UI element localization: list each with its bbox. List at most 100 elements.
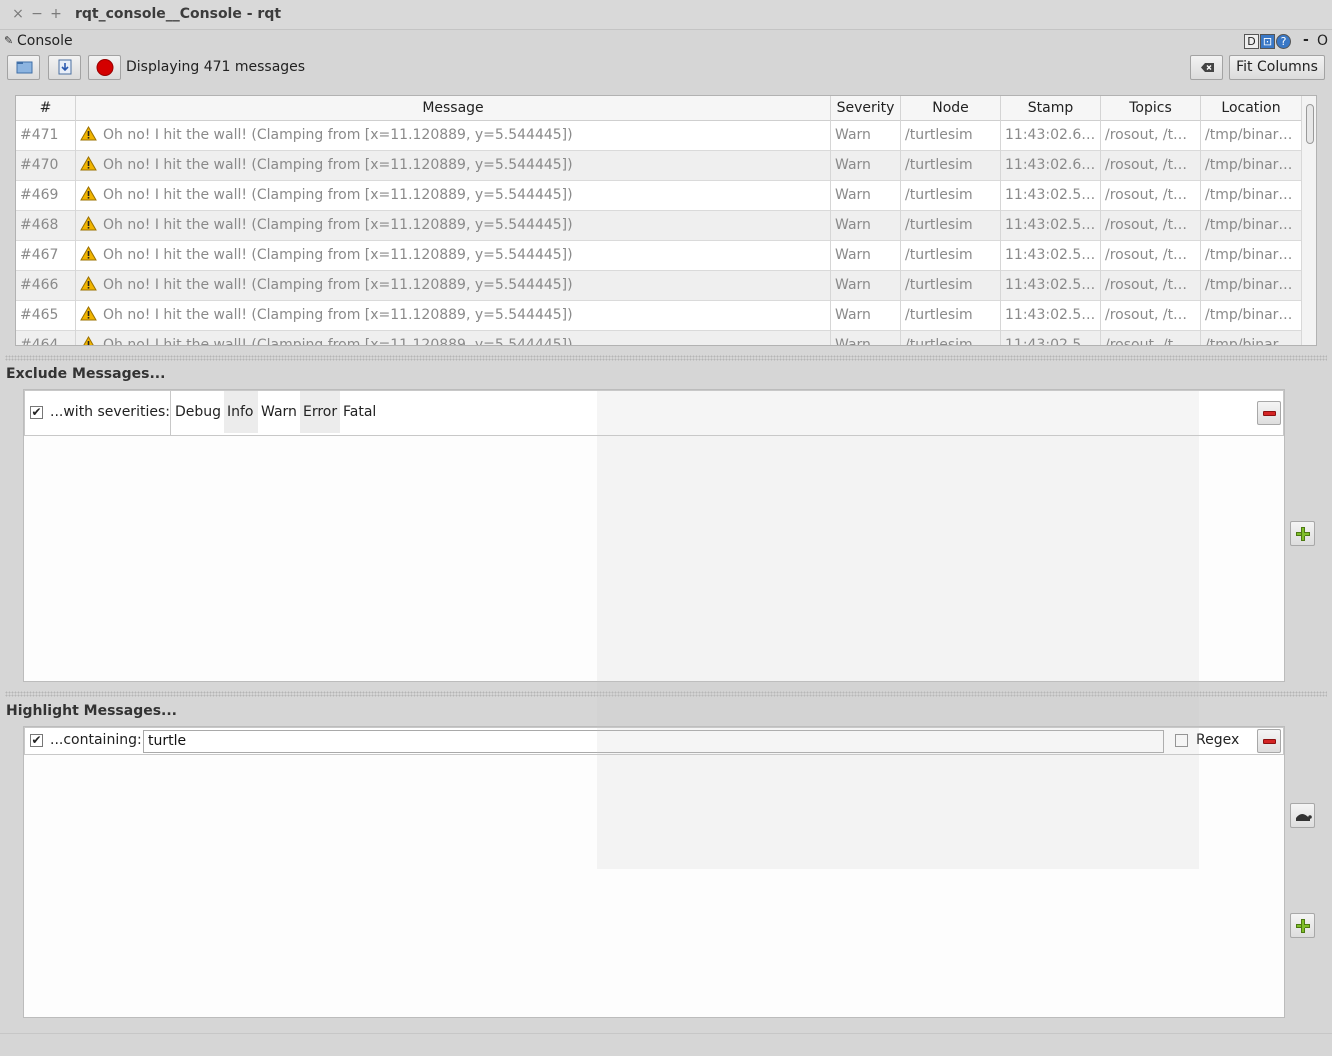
message-count-status: Displaying 471 messages xyxy=(126,59,306,75)
column-header-severity[interactable]: Severity xyxy=(831,96,901,121)
cell-node: /turtlesim xyxy=(901,331,1001,345)
plus-icon-center xyxy=(1302,925,1305,928)
open-button[interactable] xyxy=(7,55,40,80)
cell-severity: Warn xyxy=(831,301,901,331)
cell-severity: Warn xyxy=(831,241,901,271)
add-highlight-filter-button[interactable] xyxy=(1290,913,1315,938)
cell-location: /tmp/binar… xyxy=(1201,121,1302,151)
table-row[interactable]: #470 Oh no! I hit the wall! (Clamping fro… xyxy=(16,151,1302,181)
cell-location: /tmp/binar… xyxy=(1201,301,1302,331)
dock-d-icon[interactable]: D xyxy=(1244,34,1259,49)
table-row[interactable]: #466 Oh no! I hit the wall! (Clamping fro… xyxy=(16,271,1302,301)
highlight-filter-label: ...containing: xyxy=(50,732,142,748)
scrollbar-thumb[interactable] xyxy=(1306,104,1314,144)
highlight-section-label: Highlight Messages... xyxy=(6,703,178,719)
cell-stamp: 11:43:02.5… xyxy=(1001,301,1101,331)
message-text: Oh no! I hit the wall! (Clamping from [x… xyxy=(103,157,573,173)
save-button[interactable] xyxy=(48,55,81,80)
cell-severity: Warn xyxy=(831,331,901,345)
column-header-message[interactable]: Message xyxy=(76,96,831,121)
cell-node: /turtlesim xyxy=(901,301,1001,331)
cell-message: Oh no! I hit the wall! (Clamping from [x… xyxy=(76,181,831,211)
window-titlebar: × − + rqt_console__Console - rqt xyxy=(0,0,1332,30)
folder-open-icon xyxy=(16,61,33,74)
message-table[interactable]: # Message Severity Node Stamp Topics Loc… xyxy=(15,95,1317,346)
exclude-panel: ✔ ...with severities: Debug Info Warn Error… xyxy=(23,389,1285,682)
cell-topics: /rosout, /t… xyxy=(1101,241,1201,271)
severity-item-info[interactable]: Info xyxy=(224,391,258,433)
table-vertical-scrollbar[interactable] xyxy=(1301,96,1316,345)
record-button[interactable] xyxy=(88,55,121,80)
cell-topics: /rosout, /t… xyxy=(1101,211,1201,241)
cell-message: Oh no! I hit the wall! (Clamping from [x… xyxy=(76,211,831,241)
table-row[interactable]: #465 Oh no! I hit the wall! (Clamping fro… xyxy=(16,301,1302,331)
severity-item-error[interactable]: Error xyxy=(300,391,340,433)
cell-id: #464 xyxy=(16,331,76,345)
status-bar xyxy=(0,1033,1332,1056)
column-header-location[interactable]: Location xyxy=(1201,96,1302,121)
cell-id: #465 xyxy=(16,301,76,331)
splitter-handle-2[interactable] xyxy=(5,691,1327,697)
regex-checkbox[interactable] xyxy=(1175,734,1188,747)
turtle-icon xyxy=(1296,814,1312,821)
dock-close-button[interactable]: O xyxy=(1317,33,1328,49)
cell-node: /turtlesim xyxy=(901,211,1001,241)
cell-stamp: 11:43:02.5… xyxy=(1001,331,1101,345)
message-text: Oh no! I hit the wall! (Clamping from [x… xyxy=(103,247,573,263)
dock-minimize-button[interactable]: - xyxy=(1303,32,1309,48)
minus-icon xyxy=(1263,739,1276,744)
highlight-text-input[interactable]: turtle xyxy=(143,730,1164,753)
dock-config-icon[interactable]: ⊡ xyxy=(1260,34,1275,49)
exclude-severity-filter: ✔ ...with severities: Debug Info Warn Error… xyxy=(24,390,1284,436)
cell-message: Oh no! I hit the wall! (Clamping from [x… xyxy=(76,241,831,271)
cell-severity: Warn xyxy=(831,211,901,241)
cell-location: /tmp/binar… xyxy=(1201,211,1302,241)
exclude-filter-checkbox[interactable]: ✔ xyxy=(30,406,43,419)
table-row[interactable]: #464 Oh no! I hit the wall! (Clamping fro… xyxy=(16,331,1302,345)
window-title: rqt_console__Console - rqt xyxy=(75,6,282,22)
column-header-stamp[interactable]: Stamp xyxy=(1001,96,1101,121)
cell-topics: /rosout, /t… xyxy=(1101,271,1201,301)
plus-icon-center xyxy=(1302,533,1305,536)
message-text: Oh no! I hit the wall! (Clamping from [x… xyxy=(103,187,573,203)
cell-stamp: 11:43:02.5… xyxy=(1001,211,1101,241)
warning-triangle-icon xyxy=(83,336,94,345)
severity-item-warn[interactable]: Warn xyxy=(258,391,300,433)
window-maximize-button[interactable]: + xyxy=(49,6,63,22)
column-header-node[interactable]: Node xyxy=(901,96,1001,121)
cell-message: Oh no! I hit the wall! (Clamping from [x… xyxy=(76,151,831,181)
table-row[interactable]: #468 Oh no! I hit the wall! (Clamping fro… xyxy=(16,211,1302,241)
severity-item-fatal[interactable]: Fatal xyxy=(340,391,378,433)
add-exclude-filter-button[interactable] xyxy=(1290,521,1315,546)
table-row[interactable]: #469 Oh no! I hit the wall! (Clamping fro… xyxy=(16,181,1302,211)
window-minimize-button[interactable]: − xyxy=(30,6,44,22)
message-text: Oh no! I hit the wall! (Clamping from [x… xyxy=(103,307,573,323)
dock-icons: D ⊡ ? xyxy=(1244,33,1291,50)
window-close-button[interactable]: × xyxy=(11,6,25,22)
cell-node: /turtlesim xyxy=(901,181,1001,211)
clear-button[interactable] xyxy=(1190,55,1223,80)
exclude-section-label: Exclude Messages... xyxy=(6,366,166,382)
table-row[interactable]: #471 Oh no! I hit the wall! (Clamping fro… xyxy=(16,121,1302,151)
dock-help-icon[interactable]: ? xyxy=(1276,34,1291,49)
cell-id: #466 xyxy=(16,271,76,301)
severity-item-debug[interactable]: Debug xyxy=(172,391,224,433)
column-header-id[interactable]: # xyxy=(16,96,76,121)
cell-stamp: 11:43:02.5… xyxy=(1001,271,1101,301)
table-row[interactable]: #467 Oh no! I hit the wall! (Clamping fro… xyxy=(16,241,1302,271)
cell-id: #471 xyxy=(16,121,76,151)
cell-message: Oh no! I hit the wall! (Clamping from [x… xyxy=(76,331,831,345)
remove-exclude-filter-button[interactable] xyxy=(1257,401,1281,425)
filter-type-button[interactable] xyxy=(1290,803,1315,828)
highlight-filter-checkbox[interactable]: ✔ xyxy=(30,734,43,747)
cell-severity: Warn xyxy=(831,151,901,181)
fit-columns-button[interactable]: Fit Columns xyxy=(1229,55,1325,80)
divider xyxy=(170,391,171,435)
remove-highlight-filter-button[interactable] xyxy=(1257,729,1281,753)
splitter-handle[interactable] xyxy=(5,355,1327,361)
warning-triangle-icon xyxy=(80,216,97,231)
highlight-text-filter: ✔ ...containing: turtle Regex xyxy=(24,727,1284,755)
column-header-topics[interactable]: Topics xyxy=(1101,96,1201,121)
warning-triangle-icon xyxy=(80,246,97,261)
exclude-filter-label: ...with severities: xyxy=(50,404,170,420)
